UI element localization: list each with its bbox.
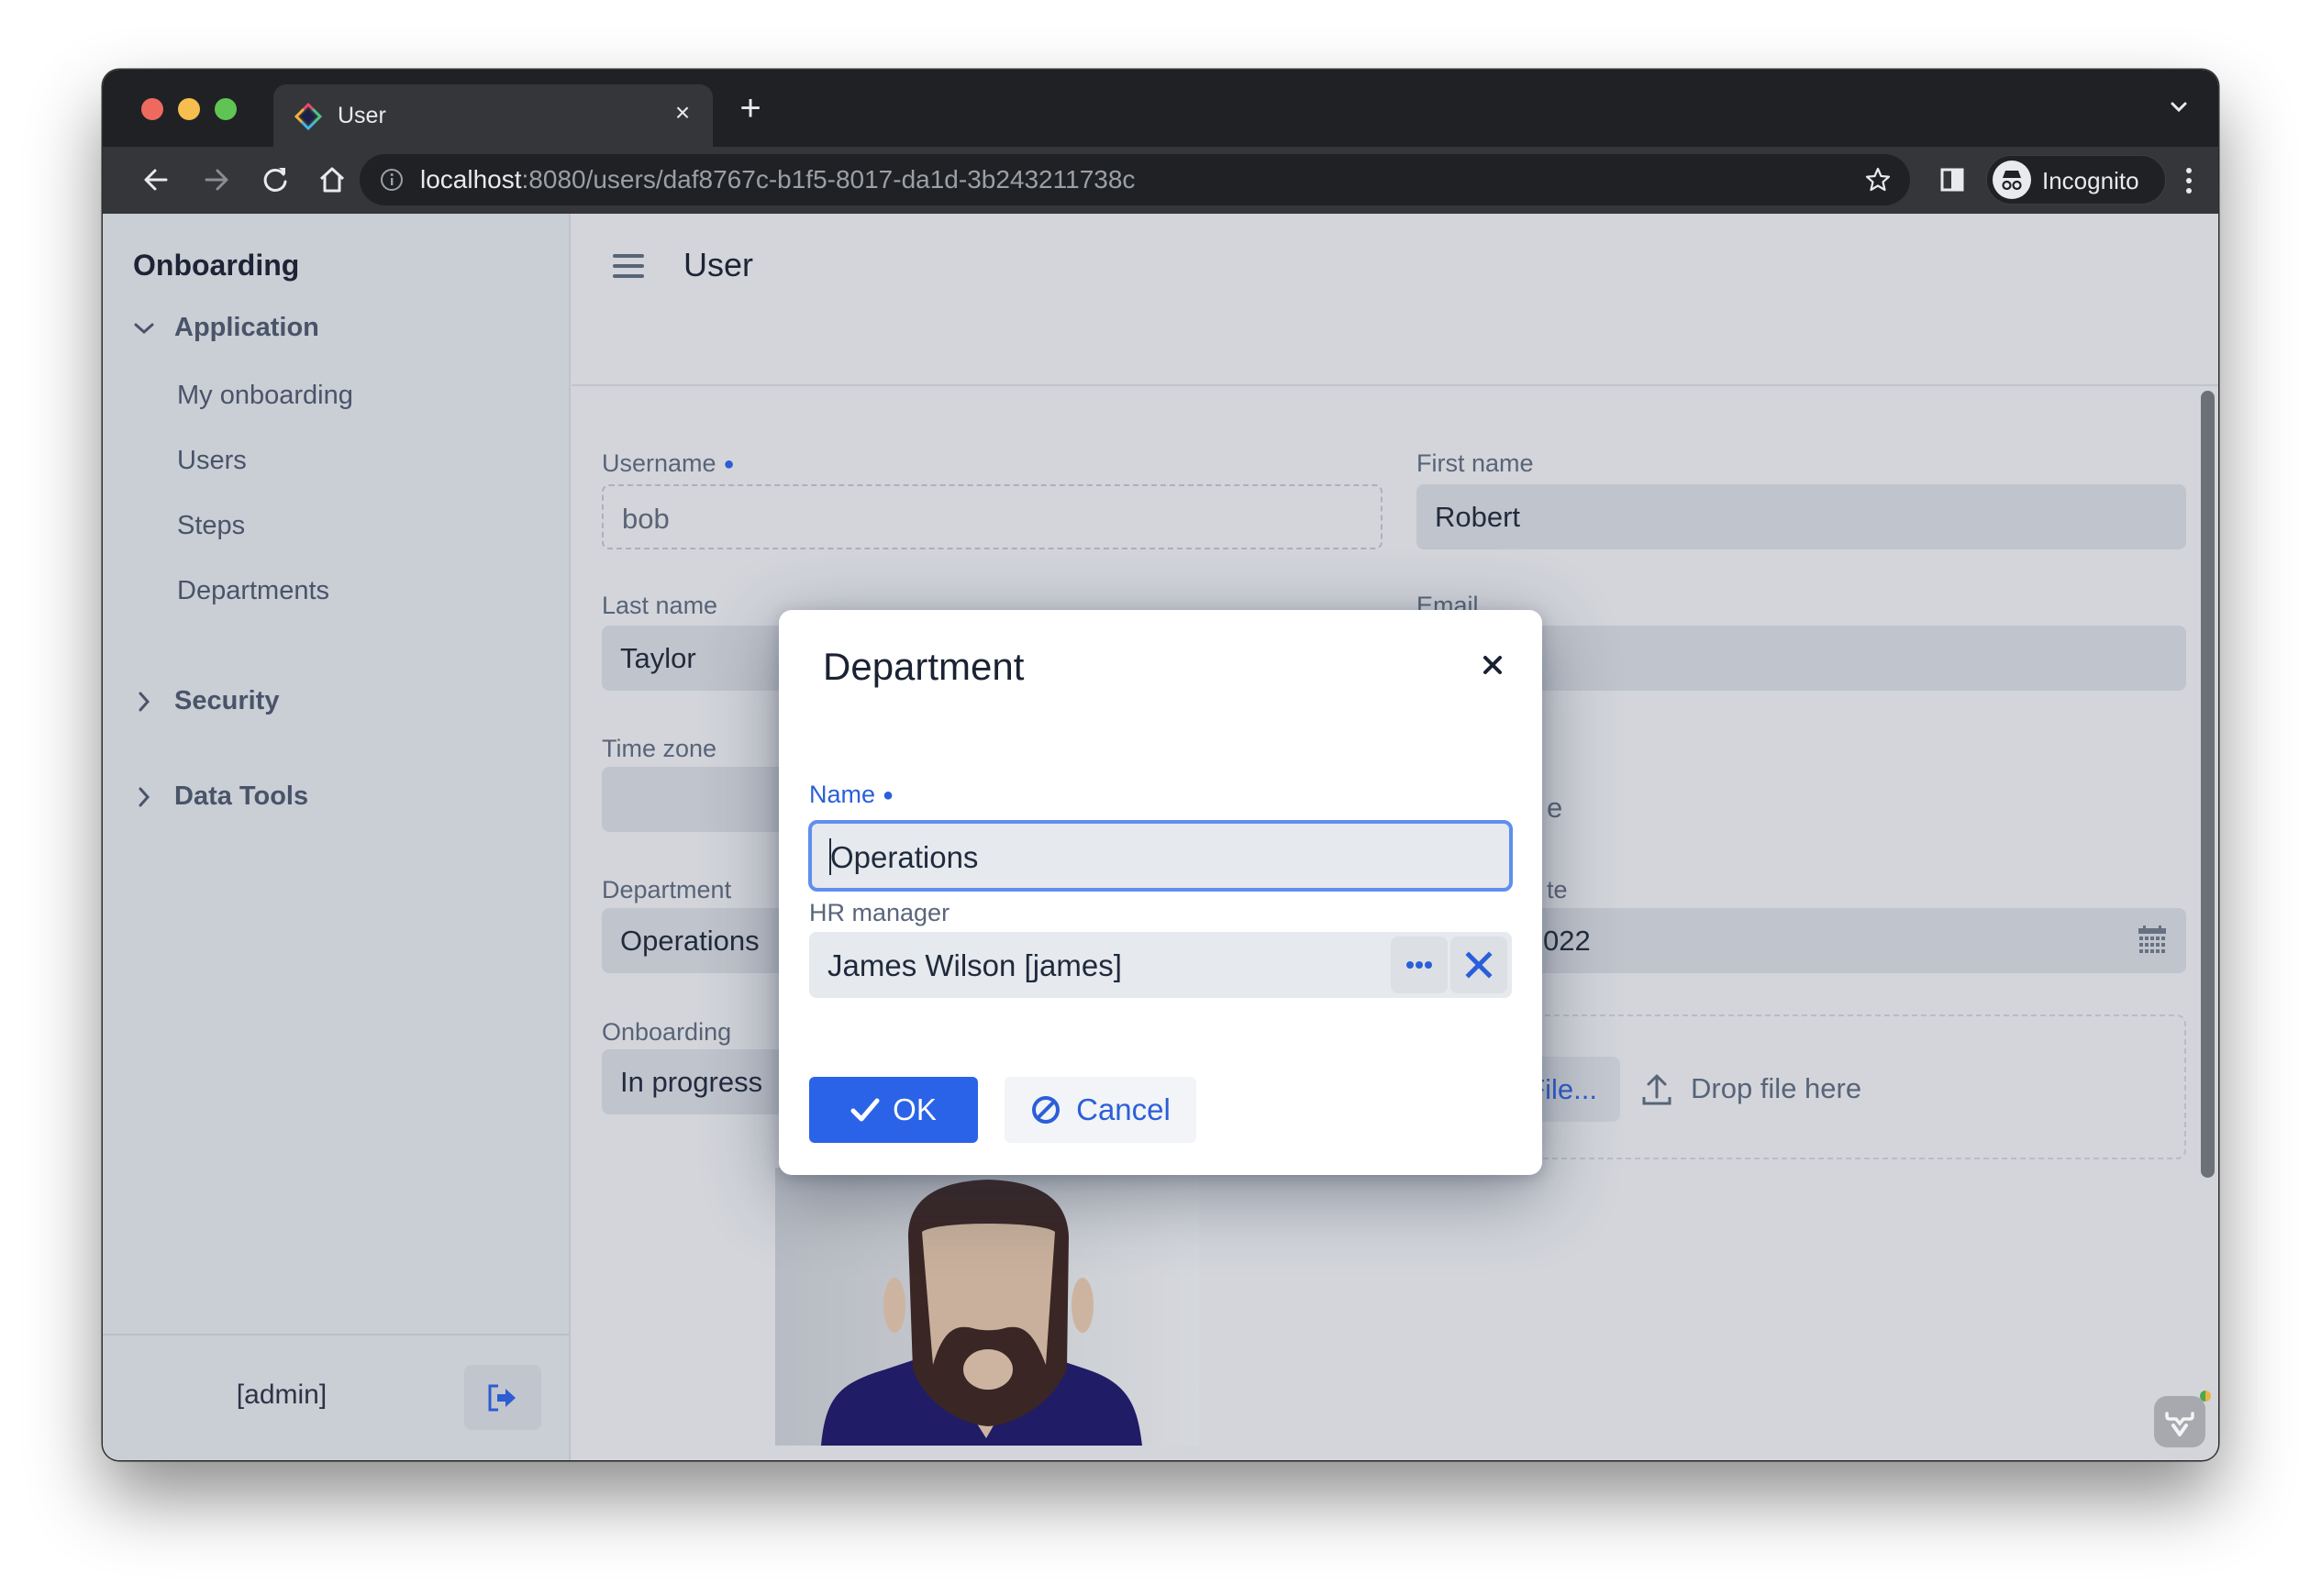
address-bar[interactable]: localhost:8080/users/daf8767c-b1f5-8017-… — [360, 154, 1910, 205]
tab-close-icon[interactable]: × — [669, 99, 696, 127]
vaadin-favicon-icon — [294, 103, 323, 131]
minimize-window-button[interactable] — [178, 98, 200, 120]
browser-toolbar: localhost:8080/users/daf8767c-b1f5-8017-… — [103, 147, 2218, 214]
ban-icon — [1032, 1096, 1061, 1124]
incognito-icon — [1993, 161, 2031, 199]
browser-window: User × + localhost:8080/users/daf8767c-b… — [103, 70, 2218, 1460]
required-indicator: ● — [883, 785, 894, 806]
reload-icon[interactable] — [259, 163, 292, 196]
department-dialog: Department Name ● Operations HR manager J… — [779, 610, 1542, 1175]
forward-arrow-icon[interactable] — [200, 163, 233, 196]
bookmark-star-icon[interactable] — [1864, 166, 1892, 194]
maximize-window-button[interactable] — [215, 98, 237, 120]
app-root: Onboarding Application My onboarding Use… — [103, 214, 2218, 1460]
dialog-close-icon[interactable] — [1478, 650, 1507, 680]
new-tab-button[interactable]: + — [732, 90, 769, 127]
department-name-input[interactable]: Operations — [808, 820, 1513, 892]
ellipsis-icon — [1406, 961, 1432, 969]
ok-button[interactable]: OK — [809, 1077, 978, 1143]
back-arrow-icon[interactable] — [139, 163, 172, 196]
site-info-icon[interactable] — [380, 168, 404, 192]
tab-title: User — [338, 103, 386, 128]
cancel-button[interactable]: Cancel — [1005, 1077, 1196, 1143]
close-window-button[interactable] — [141, 98, 163, 120]
tab-user[interactable]: User × — [273, 84, 713, 147]
incognito-profile-button[interactable]: Incognito — [1986, 155, 2166, 205]
home-icon[interactable] — [316, 163, 349, 196]
name-label: Name ● — [809, 781, 894, 808]
hr-manager-clear-button[interactable] — [1450, 937, 1507, 993]
tab-search-chevron-icon[interactable] — [2165, 94, 2193, 121]
hr-manager-field[interactable]: James Wilson [james] — [809, 932, 1512, 998]
incognito-label: Incognito — [2042, 167, 2139, 194]
checkmark-icon — [850, 1098, 880, 1122]
tab-strip: User × + — [103, 70, 2218, 147]
clear-x-icon — [1465, 951, 1493, 979]
side-panel-icon[interactable] — [1938, 165, 1967, 194]
browser-menu-icon[interactable] — [2178, 165, 2200, 196]
hr-manager-lookup-button[interactable] — [1391, 937, 1448, 993]
url-text[interactable]: localhost:8080/users/daf8767c-b1f5-8017-… — [420, 165, 1135, 194]
hr-manager-label: HR manager — [809, 899, 950, 926]
dialog-title: Department — [823, 645, 1025, 688]
